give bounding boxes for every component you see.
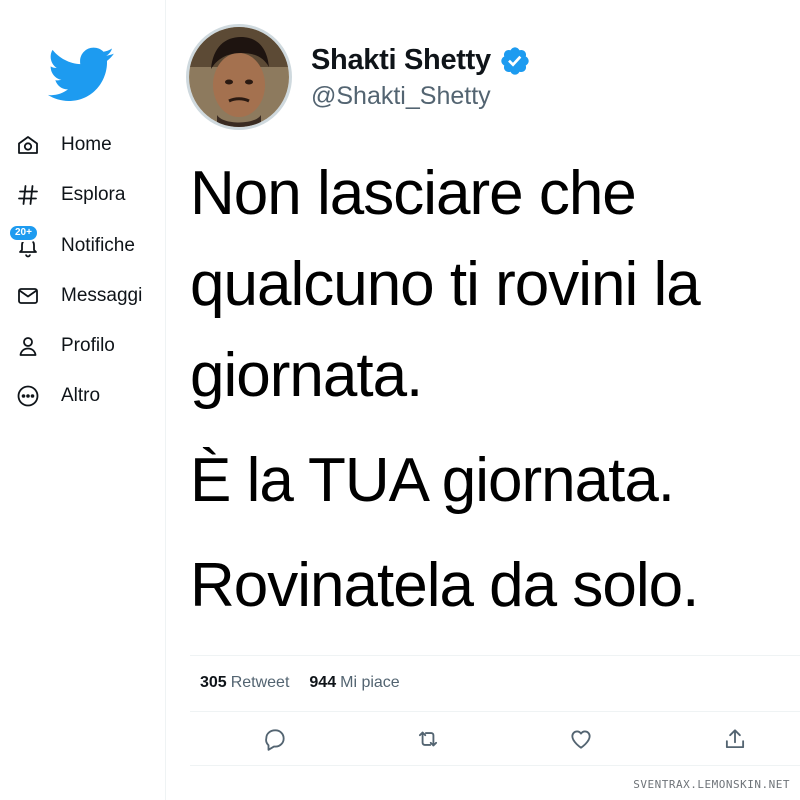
sidebar-item-label: Home [61,134,112,155]
tweet-stats: 305 Retweet 944 Mi piace [200,674,420,692]
like-stat[interactable]: 944 Mi piace [309,674,399,692]
divider [190,765,800,766]
sidebar-item-label: Messaggi [61,285,143,306]
tweet-paragraph: Rovinatela da solo. [190,551,699,620]
avatar[interactable] [186,24,292,130]
hashtag-icon [14,181,42,209]
person-icon [14,332,42,360]
sidebar-item-more[interactable]: Altro [14,378,162,414]
reply-icon[interactable] [262,726,288,752]
sidebar-item-home[interactable]: Home [14,127,162,163]
sidebar-item-explore[interactable]: Esplora [14,177,162,213]
divider [190,711,800,712]
verified-badge-icon [501,46,529,75]
tweet-text: Non lasciare che qualcuno ti rovini la g… [190,148,790,631]
notification-badge: 20+ [8,224,39,242]
tweet-detail: Shakti Shetty @Shakti_Shetty Non lasciar… [166,0,800,800]
author-handle[interactable]: @Shakti_Shetty [311,82,491,111]
sidebar: Home Esplora 20+ Notifiche Messaggi Prof… [0,0,166,800]
home-icon [14,131,42,159]
twitter-bird-icon[interactable] [44,38,120,104]
sidebar-item-label: Notifiche [61,235,135,256]
sidebar-item-label: Profilo [61,335,115,356]
tweet-actions [190,722,800,756]
more-circle-icon [14,382,42,410]
like-icon[interactable] [568,726,594,752]
retweet-stat[interactable]: 305 Retweet [200,674,289,692]
envelope-icon [14,282,42,310]
bell-icon: 20+ [8,224,42,260]
sidebar-item-notifications[interactable]: 20+ Notifiche [8,224,162,264]
author-display-name[interactable]: Shakti Shetty [311,44,491,77]
sidebar-item-label: Altro [61,385,101,406]
sidebar-item-messages[interactable]: Messaggi [14,278,162,314]
sidebar-item-profile[interactable]: Profilo [14,328,162,364]
divider [190,655,800,656]
tweet-paragraph: Non lasciare che qualcuno ti rovini la g… [190,159,701,410]
sidebar-item-label: Esplora [61,184,126,205]
author-name-row: Shakti Shetty [311,44,531,77]
retweet-icon[interactable] [415,726,441,752]
tweet-paragraph: È la TUA giornata. [190,446,675,515]
watermark: SVENTRAX.LEMONSKIN.NET [633,778,790,791]
share-icon[interactable] [722,726,748,752]
